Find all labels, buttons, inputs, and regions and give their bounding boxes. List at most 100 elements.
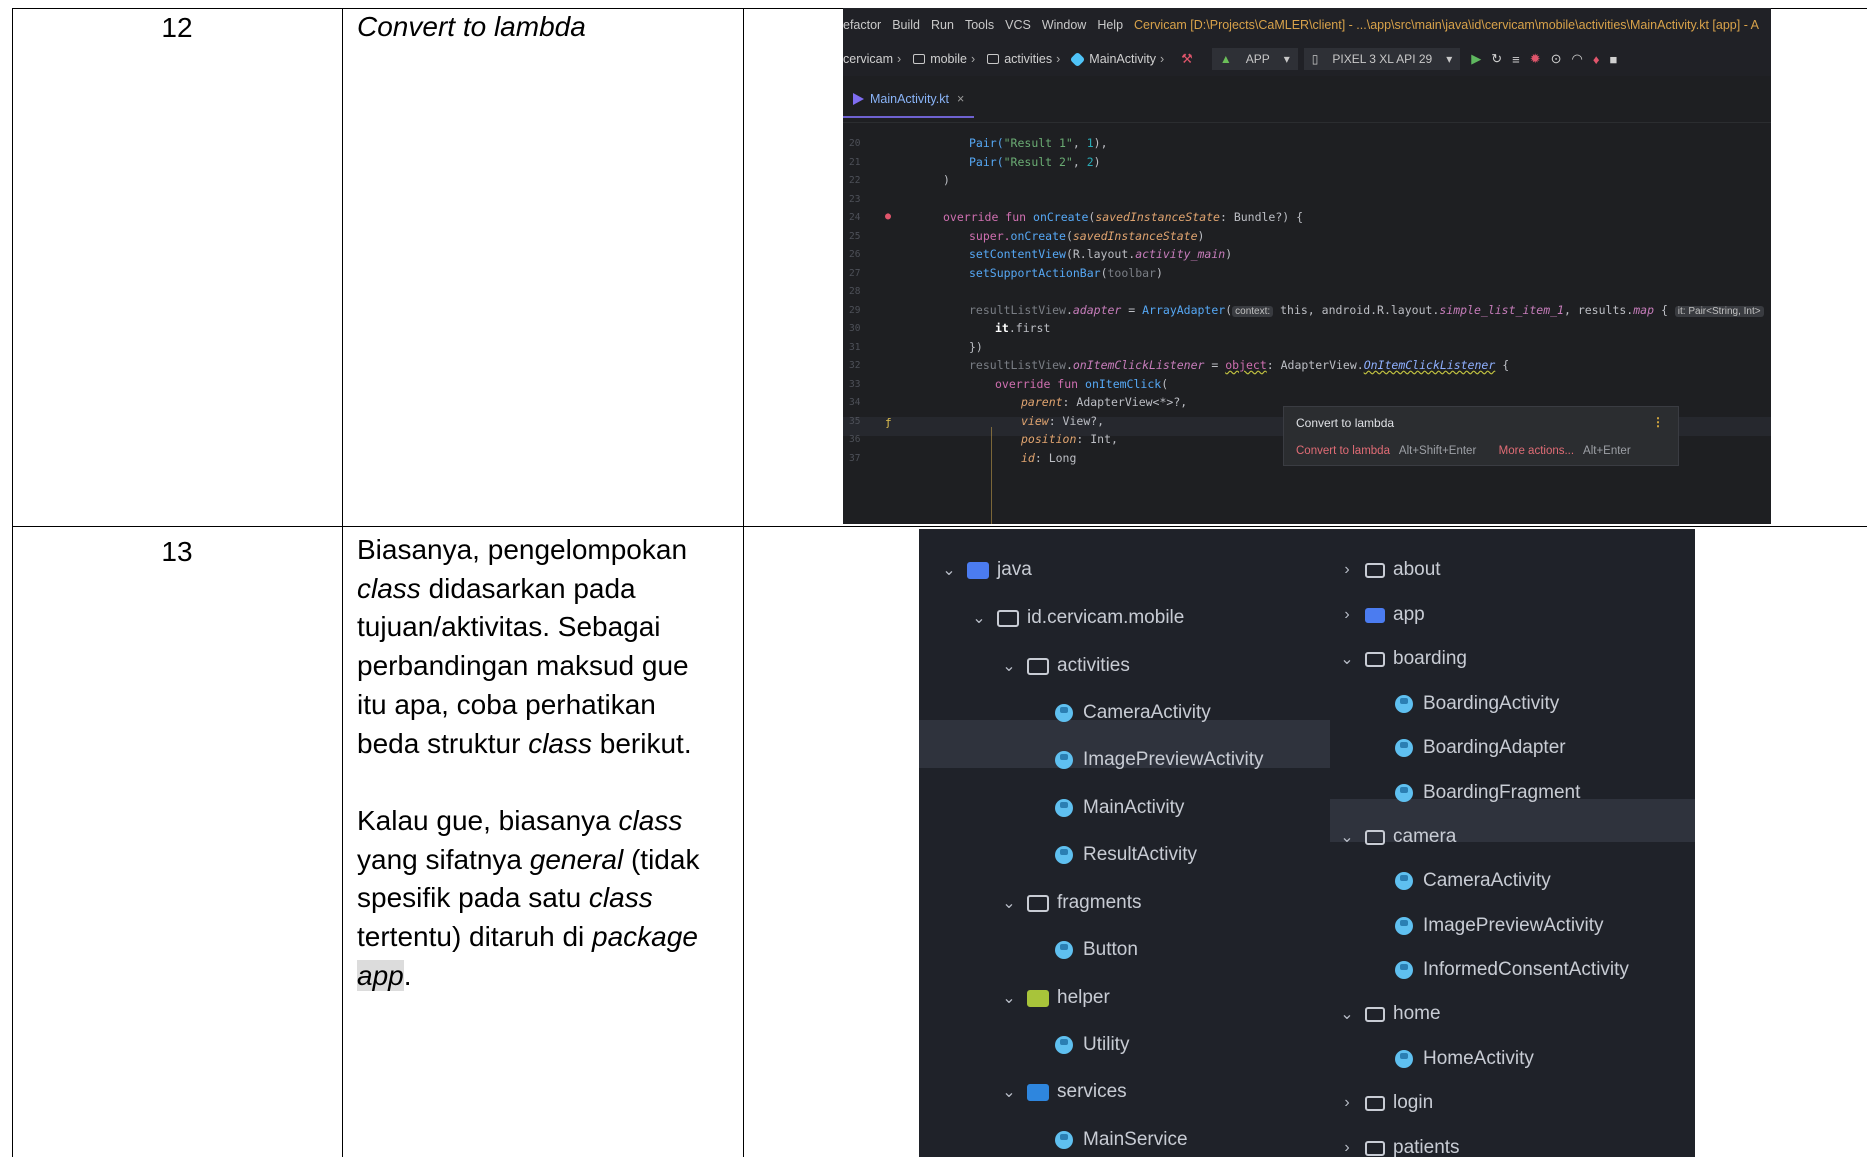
tree-label: BoardingAdapter xyxy=(1423,737,1566,758)
convert-to-lambda-link[interactable]: Convert to lambda xyxy=(1296,445,1390,457)
window-path: Cervicam [D:\Projects\CaMLER\client] - .… xyxy=(1134,18,1759,32)
code-token: : Bundle?) { xyxy=(1219,210,1304,224)
class-icon xyxy=(1395,784,1413,802)
hammer-icon[interactable]: ⚒ xyxy=(1181,51,1193,67)
menu-window[interactable]: Window xyxy=(1042,18,1086,32)
line-number: 31 xyxy=(849,342,861,353)
chevron-right-icon: › xyxy=(1344,561,1350,578)
folder-icon xyxy=(913,54,926,64)
debug-icon[interactable]: ✹ xyxy=(1530,51,1541,67)
folder-icon xyxy=(1027,894,1049,912)
tree-node-image-preview-activity[interactable]: ImagePreviewActivity xyxy=(1395,911,1604,941)
line-number: 24 xyxy=(849,212,861,223)
breadcrumb-mainactivity[interactable]: MainActivity › xyxy=(1070,51,1168,67)
gutter-override-icon[interactable]: ● xyxy=(885,211,891,222)
profile-icon[interactable]: ◠ xyxy=(1572,51,1583,67)
code-line: parent: AdapterView<*>?, xyxy=(1021,395,1187,409)
menu-help[interactable]: Help xyxy=(1097,18,1123,32)
tree-node-activities[interactable]: ⌄ activities xyxy=(999,651,1130,681)
parameter-hint: context: xyxy=(1232,306,1274,317)
apply-changes-icon[interactable]: ↻ xyxy=(1491,51,1502,67)
code-token: onCreate xyxy=(1033,210,1089,224)
device-dropdown[interactable]: ▯ PIXEL 3 XL API 29 ▾ xyxy=(1303,48,1461,70)
gutter-lambda-icon[interactable]: ƒ xyxy=(885,416,892,429)
chevron-right-icon: › xyxy=(1159,52,1165,66)
tree-node-utility[interactable]: Utility xyxy=(1055,1030,1129,1060)
col-border-left xyxy=(12,8,13,1157)
tree-node-fragments[interactable]: ⌄ fragments xyxy=(999,888,1141,918)
close-icon[interactable]: × xyxy=(957,92,964,106)
tree-node-camera-activity[interactable]: CameraActivity xyxy=(1055,698,1211,728)
folder-icon xyxy=(967,561,989,579)
breadcrumb-activities[interactable]: activities › xyxy=(987,52,1064,66)
tree-node-camera-activity[interactable]: CameraActivity xyxy=(1395,866,1551,896)
line-number: 36 xyxy=(849,434,861,445)
tree-node-home[interactable]: ⌄ home xyxy=(1337,999,1441,1029)
tree-label: Button xyxy=(1083,939,1138,960)
tree-node-home-activity[interactable]: HomeActivity xyxy=(1395,1044,1534,1074)
tree-node-main-service[interactable]: MainService xyxy=(1055,1125,1188,1155)
tree-node-package[interactable]: ⌄ id.cervicam.mobile xyxy=(969,603,1184,633)
tree-node-boarding-adapter[interactable]: BoardingAdapter xyxy=(1395,733,1566,763)
tree-node-boarding-fragment[interactable]: BoardingFragment xyxy=(1395,778,1580,808)
code-token: resultListView xyxy=(969,358,1066,372)
text-run: didasarkan pada xyxy=(428,572,636,604)
tree-node-button[interactable]: Button xyxy=(1055,935,1138,965)
highlighted-text: app xyxy=(357,959,404,991)
tree-node-informed-consent-activity[interactable]: InformedConsentActivity xyxy=(1395,955,1629,985)
run-config-dropdown[interactable]: ▲ APP ▾ xyxy=(1211,48,1298,70)
col-border-2 xyxy=(743,8,744,1157)
tree-node-services[interactable]: ⌄ services xyxy=(999,1077,1127,1107)
text-run: . xyxy=(403,959,412,991)
menu-refactor[interactable]: efactor xyxy=(843,18,881,32)
tree-node-login[interactable]: › login xyxy=(1337,1088,1433,1118)
stop-icon[interactable]: ■ xyxy=(1610,52,1618,67)
tree-label: BoardingActivity xyxy=(1423,693,1560,714)
intention-popup: Convert to lambda ⋮ Convert to lambda Al… xyxy=(1283,406,1679,466)
code-token: ) xyxy=(1225,247,1233,261)
tree-node-camera[interactable]: ⌄ camera xyxy=(1337,822,1456,852)
tree-node-boarding[interactable]: ⌄ boarding xyxy=(1337,644,1467,674)
code-token: super. xyxy=(969,229,1011,243)
tree-node-boarding-activity[interactable]: BoardingActivity xyxy=(1395,689,1559,719)
attach-icon[interactable]: ♦ xyxy=(1593,52,1600,67)
class-icon xyxy=(1055,941,1073,959)
code-token: setContentView xyxy=(969,247,1066,261)
breadcrumb-cervicam[interactable]: cervicam › xyxy=(843,52,905,66)
tree-node-patients[interactable]: › patients xyxy=(1337,1133,1459,1157)
breadcrumb-label: mobile xyxy=(930,52,968,66)
tree-node-result-activity[interactable]: ResultActivity xyxy=(1055,840,1197,870)
folder-icon xyxy=(1365,651,1385,667)
paragraph-1: Biasanya, pengelompokan class didasarkan… xyxy=(357,531,727,763)
more-actions-link[interactable]: More actions... xyxy=(1499,445,1574,457)
code-token: toolbar xyxy=(1107,266,1156,280)
chevron-down-icon: ⌄ xyxy=(1002,990,1016,1007)
tree-node-image-preview-activity[interactable]: ImagePreviewActivity xyxy=(1055,745,1264,775)
coverage-icon[interactable]: ≡ xyxy=(1512,52,1520,67)
chevron-down-icon: ▾ xyxy=(1446,52,1453,66)
text-run: class xyxy=(528,727,592,759)
code-line: Pair("Result 2", 2) xyxy=(969,155,1101,169)
tree-node-main-activity[interactable]: MainActivity xyxy=(1055,793,1184,823)
folder-icon xyxy=(997,609,1019,627)
menu-vcs[interactable]: VCS xyxy=(1005,18,1031,32)
run-icon[interactable]: ▶ xyxy=(1471,51,1481,67)
device-icon: ▯ xyxy=(1311,52,1319,66)
tree-node-app[interactable]: › app xyxy=(1337,600,1424,630)
folder-icon xyxy=(987,54,1000,64)
menu-run[interactable]: Run xyxy=(931,18,954,32)
menu-build[interactable]: Build xyxy=(892,18,920,32)
tab-mainactivity[interactable]: MainActivity.kt × xyxy=(843,82,975,118)
tree-label: home xyxy=(1393,1003,1441,1024)
breadcrumb-mobile[interactable]: mobile › xyxy=(913,52,979,66)
tree-node-helper[interactable]: ⌄ helper xyxy=(999,983,1110,1013)
tree-label: services xyxy=(1057,1081,1127,1102)
popup-title[interactable]: Convert to lambda xyxy=(1296,416,1394,430)
run-config-label: APP xyxy=(1245,52,1270,66)
tree-label: boarding xyxy=(1393,648,1467,669)
attach-debugger-icon[interactable]: ⊙ xyxy=(1551,51,1562,67)
more-options-icon[interactable]: ⋮ xyxy=(1652,415,1664,429)
tree-node-java[interactable]: ⌄ java xyxy=(939,555,1032,585)
tree-node-about[interactable]: › about xyxy=(1337,555,1440,585)
menu-tools[interactable]: Tools xyxy=(965,18,994,32)
